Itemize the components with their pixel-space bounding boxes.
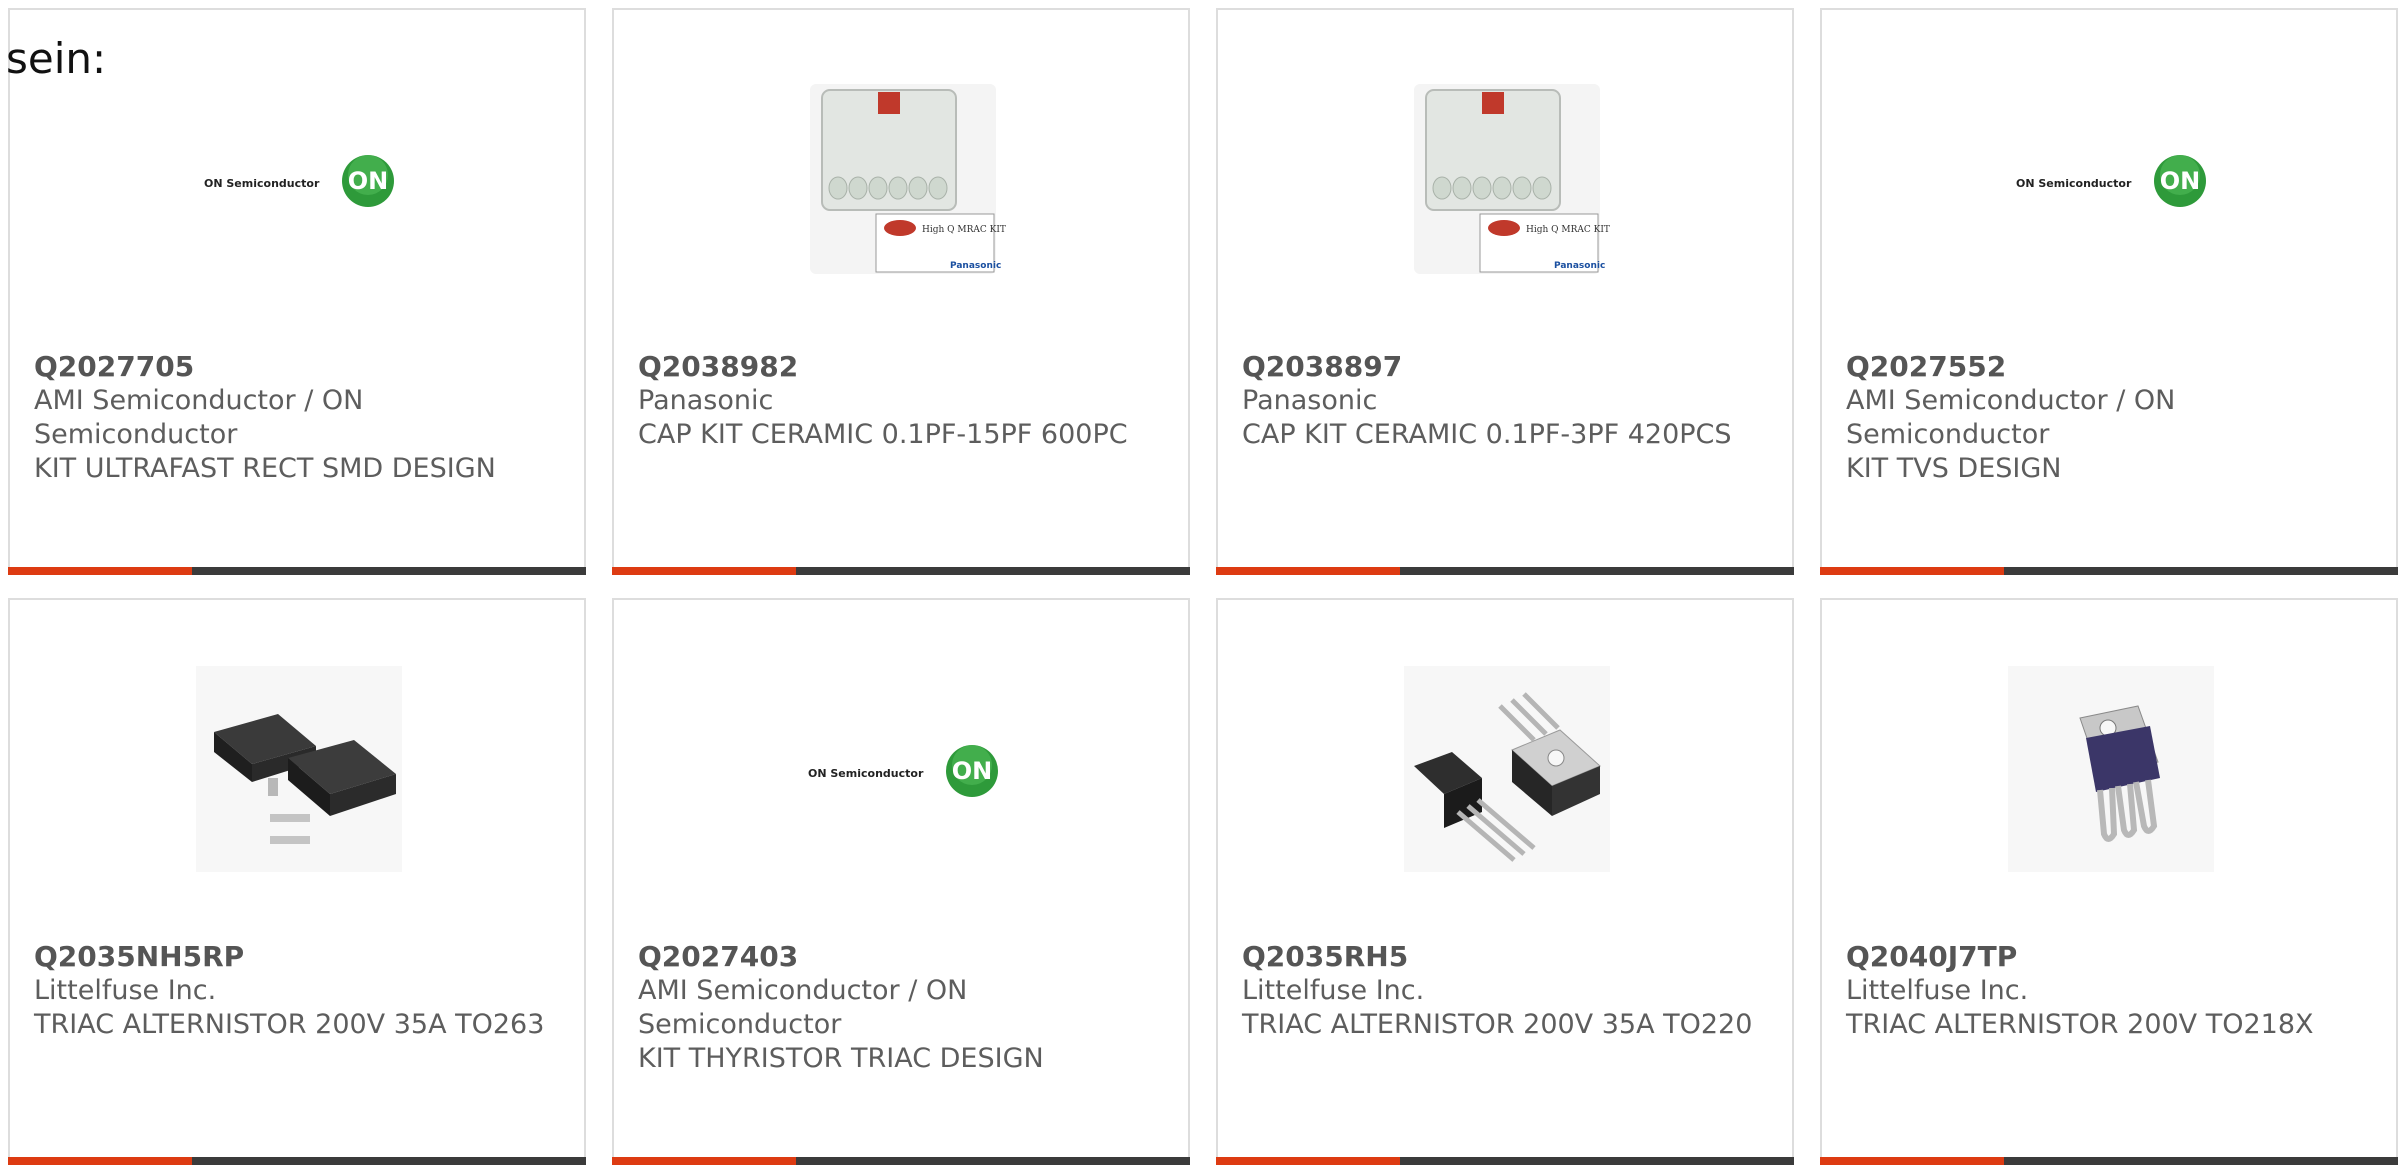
product-card[interactable]: Q2040J7TP Littelfuse Inc. TRIAC ALTERNIS…: [1820, 598, 2398, 1165]
intro-text: sein:: [6, 34, 107, 83]
card-accent: [1216, 567, 1400, 575]
description: TRIAC ALTERNISTOR 200V TO218X: [1846, 1009, 2314, 1040]
manufacturer: Littelfuse Inc.: [1846, 975, 2029, 1006]
part-number[interactable]: Q2038897: [1242, 350, 1762, 384]
logo-brand-text: ON Semiconductor: [808, 767, 924, 780]
manufacturer: AMI Semiconductor / ON Semiconductor: [638, 975, 968, 1040]
card-bottom-bar: [8, 1157, 586, 1165]
card-bottom-bar: [8, 567, 586, 575]
product-card[interactable]: ON Semiconductor ON Q2027552 AMI Semicon…: [1820, 8, 2398, 575]
kit-brand-text: Panasonic: [1554, 261, 1605, 271]
capacitor-kit-box-icon: High Q MRAC KIT Panasonic: [800, 76, 1006, 282]
on-semiconductor-logo-icon: ON Semiconductor ON: [196, 76, 402, 282]
product-card[interactable]: Q2035NH5RP Littelfuse Inc. TRIAC ALTERNI…: [8, 598, 586, 1165]
on-semiconductor-logo-icon: ON Semiconductor ON: [2008, 76, 2214, 282]
description: CAP KIT CERAMIC 0.1PF-3PF 420PCS: [1242, 419, 1732, 450]
card-bottom-bar: [612, 567, 1190, 575]
part-number[interactable]: Q2027403: [638, 940, 1158, 974]
card-bottom-bar: [1216, 1157, 1794, 1165]
card-accent: [1216, 1157, 1400, 1165]
kit-label-text: High Q MRAC KIT: [1526, 225, 1610, 235]
manufacturer: AMI Semiconductor / ON Semiconductor: [1846, 385, 2176, 450]
description: TRIAC ALTERNISTOR 200V 35A TO220: [1242, 1009, 1753, 1040]
manufacturer: Littelfuse Inc.: [1242, 975, 1425, 1006]
description: TRIAC ALTERNISTOR 200V 35A TO263: [34, 1009, 545, 1040]
description: CAP KIT CERAMIC 0.1PF-15PF 600PC: [638, 419, 1128, 450]
kit-brand-text: Panasonic: [950, 261, 1001, 271]
product-card[interactable]: High Q MRAC KIT Panasonic Q2038897 Panas…: [1216, 8, 1794, 575]
card-accent: [1820, 567, 2004, 575]
description: KIT ULTRAFAST RECT SMD DESIGN: [34, 453, 496, 484]
card-bottom-bar: [612, 1157, 1190, 1165]
card-accent: [1820, 1157, 2004, 1165]
to263-package-icon: [196, 666, 402, 872]
manufacturer: Panasonic: [1242, 385, 1378, 416]
part-number[interactable]: Q2027552: [1846, 350, 2366, 384]
part-number[interactable]: Q2035NH5RP: [34, 940, 554, 974]
logo-brand-text: ON Semiconductor: [2016, 177, 2132, 190]
manufacturer: AMI Semiconductor / ON Semiconductor: [34, 385, 364, 450]
on-semiconductor-logo-icon: ON Semiconductor ON: [800, 666, 1006, 872]
to218x-package-icon: [2008, 666, 2214, 872]
description: KIT THYRISTOR TRIAC DESIGN: [638, 1043, 1044, 1074]
card-bottom-bar: [1820, 567, 2398, 575]
card-bottom-bar: [1216, 567, 1794, 575]
logo-mark-text: ON: [2160, 167, 2201, 195]
manufacturer: Panasonic: [638, 385, 774, 416]
logo-mark-text: ON: [348, 167, 389, 195]
product-card[interactable]: ON Semiconductor ON Q2027705 AMI Semicon…: [8, 8, 586, 575]
description: KIT TVS DESIGN: [1846, 453, 2062, 484]
kit-label-text: High Q MRAC KIT: [922, 225, 1006, 235]
to220-package-icon: [1404, 666, 1610, 872]
product-grid: ON Semiconductor ON Q2027705 AMI Semicon…: [8, 8, 2400, 1165]
logo-mark-text: ON: [952, 757, 993, 785]
logo-brand-text: ON Semiconductor: [204, 177, 320, 190]
part-number[interactable]: Q2038982: [638, 350, 1158, 384]
manufacturer: Littelfuse Inc.: [34, 975, 217, 1006]
card-accent: [612, 1157, 796, 1165]
card-accent: [8, 1157, 192, 1165]
product-card[interactable]: Q2035RH5 Littelfuse Inc. TRIAC ALTERNIST…: [1216, 598, 1794, 1165]
card-bottom-bar: [1820, 1157, 2398, 1165]
part-number[interactable]: Q2027705: [34, 350, 554, 384]
product-card[interactable]: ON Semiconductor ON Q2027403 AMI Semicon…: [612, 598, 1190, 1165]
part-number[interactable]: Q2040J7TP: [1846, 940, 2366, 974]
part-number[interactable]: Q2035RH5: [1242, 940, 1762, 974]
product-card[interactable]: High Q MRAC KIT Panasonic Q2038982 Panas…: [612, 8, 1190, 575]
capacitor-kit-box-icon: High Q MRAC KIT Panasonic: [1404, 76, 1610, 282]
card-accent: [612, 567, 796, 575]
card-accent: [8, 567, 192, 575]
